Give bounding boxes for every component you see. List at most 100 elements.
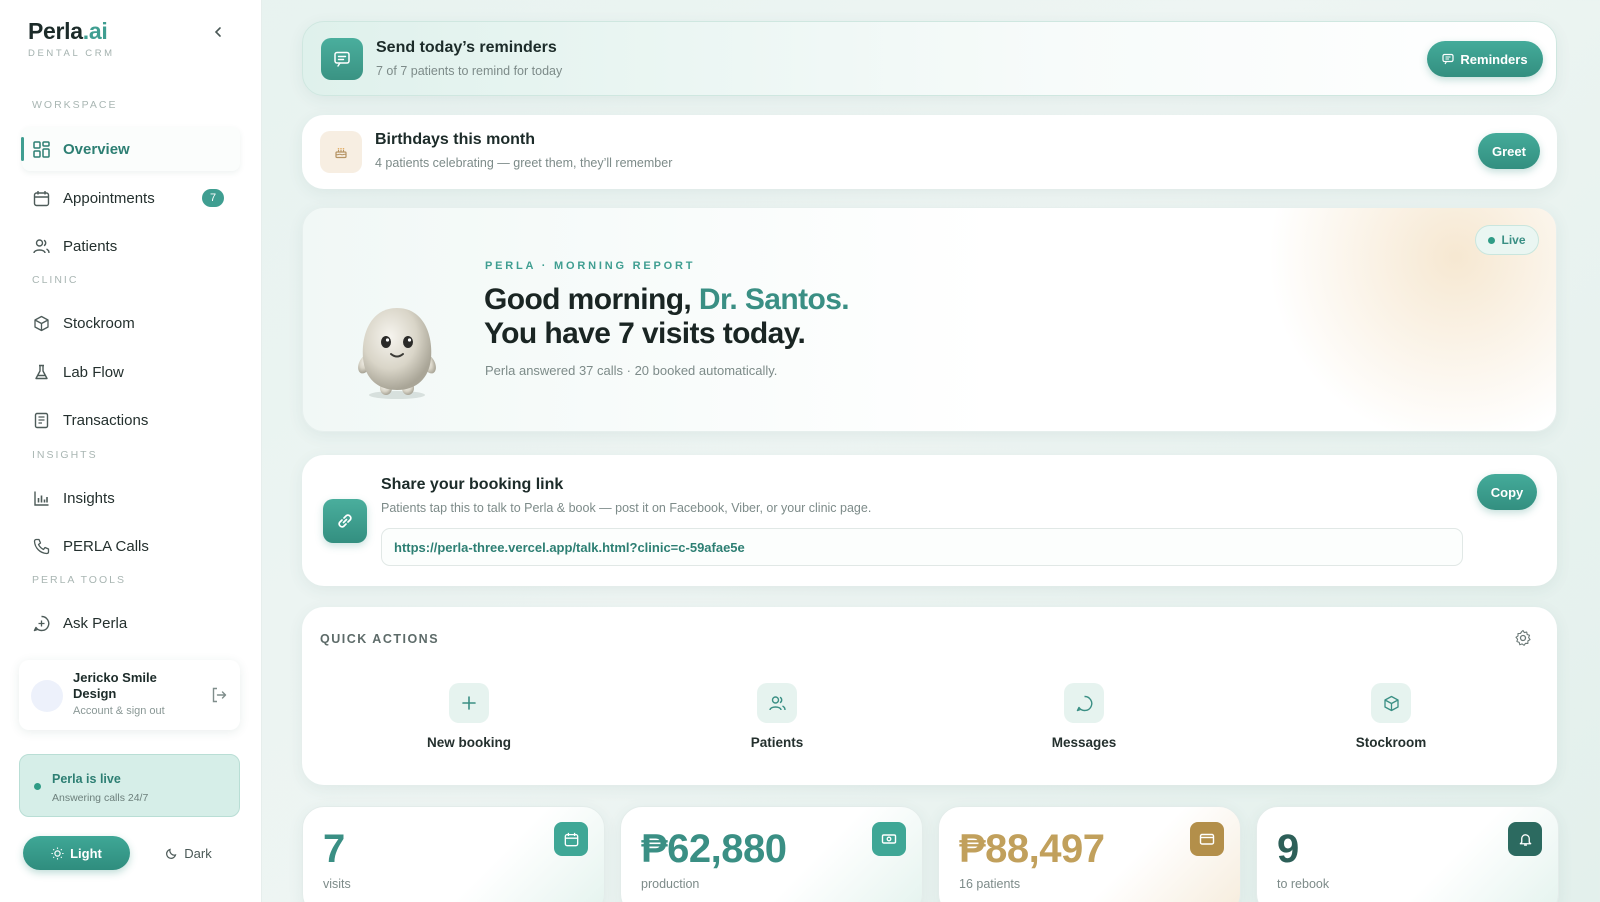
wallet-icon [1190, 822, 1224, 856]
stat-label: 16 patients [959, 877, 1021, 891]
sidebar-item-appointments[interactable]: Appointments 7 [22, 176, 240, 220]
birthdays-card: Birthdays this month 4 patients celebrat… [302, 115, 1557, 189]
stat-card-rebook[interactable]: 9 to rebook [1256, 806, 1559, 902]
reminders-card: Send today’s reminders 7 of 7 patients t… [302, 21, 1557, 96]
sidebar-item-stockroom[interactable]: Stockroom [22, 301, 240, 345]
phone-icon [32, 537, 50, 555]
avatar [31, 680, 63, 712]
perla-mascot-icon [358, 308, 436, 399]
sidebar-item-label: Stockroom [63, 314, 135, 332]
users-icon [757, 683, 797, 723]
chevron-left-icon [214, 27, 221, 37]
sidebar-item-label: Appointments [63, 189, 155, 207]
users-icon [32, 237, 50, 255]
chat-icon [32, 614, 50, 632]
plus-icon [449, 683, 489, 723]
live-dot-icon [34, 783, 41, 790]
greeting-headline: Good morning, Dr. Santos. [484, 283, 850, 317]
theme-dark-button[interactable]: Dark [138, 836, 240, 870]
sidebar-item-transactions[interactable]: Transactions [22, 398, 240, 442]
cash-icon [872, 822, 906, 856]
message-icon [1442, 53, 1454, 65]
quick-action-patients[interactable]: Patients [677, 683, 877, 750]
live-badge: Live [1475, 225, 1539, 255]
bell-icon [1508, 822, 1542, 856]
sidebar-item-label: Lab Flow [63, 363, 124, 381]
morning-report-eyebrow: PERLA · MORNING REPORT [485, 260, 696, 272]
sidebar-item-label: Overview [63, 140, 130, 158]
cake-icon [320, 131, 362, 173]
sidebar-item-patients[interactable]: Patients [22, 224, 240, 268]
morning-report-card: PERLA · MORNING REPORT Good morning, Dr.… [302, 207, 1557, 432]
section-label-perla-tools: PERLA TOOLS [32, 574, 126, 586]
reminders-title: Send today’s reminders [376, 39, 557, 56]
message-icon [1064, 683, 1104, 723]
sidebar-item-perla-calls[interactable]: PERLA Calls [22, 524, 240, 568]
birthdays-title: Birthdays this month [375, 131, 536, 148]
moon-icon [166, 848, 177, 859]
perla-live-status: Perla is live Answering calls 24/7 [19, 754, 240, 817]
reminders-subtitle: 7 of 7 patients to remind for today [376, 64, 563, 78]
account-subtitle: Account & sign out [73, 705, 165, 717]
greet-button[interactable]: Greet [1478, 133, 1540, 169]
copy-button-label: Copy [1490, 484, 1524, 500]
theme-light-label: Light [70, 845, 102, 861]
bar-chart-icon [32, 489, 50, 507]
section-label-workspace: WORKSPACE [32, 99, 118, 111]
stat-value: 7 [323, 827, 345, 871]
greeting-text: Good morning, [484, 283, 692, 316]
live-status-title: Perla is live [52, 772, 121, 786]
stat-card-production[interactable]: ₱62,880 production [620, 806, 923, 902]
message-square-icon [321, 38, 363, 80]
brand-logo[interactable]: Perla.ai DENTAL CRM [28, 18, 115, 59]
section-label-clinic: CLINIC [32, 274, 79, 286]
link-icon [323, 499, 367, 543]
booking-link-title: Share your booking link [381, 476, 564, 493]
sidebar-item-ask-perla[interactable]: Ask Perla [22, 601, 240, 645]
booking-url-field[interactable]: https://perla-three.vercel.app/talk.html… [381, 528, 1463, 566]
theme-light-button[interactable]: Light [23, 836, 130, 870]
stat-card-visits[interactable]: 7 visits [302, 806, 605, 902]
flask-icon [32, 363, 50, 381]
call-summary: Perla answered 37 calls · 20 booked auto… [485, 363, 778, 378]
section-label-insights: INSIGHTS [32, 449, 98, 461]
account-name: Jericko Smile Design [73, 670, 157, 701]
quick-action-messages[interactable]: Messages [984, 683, 1184, 750]
quick-actions-label: QUICK ACTIONS [320, 632, 440, 646]
sign-out-icon[interactable] [210, 686, 228, 704]
booking-link-subtitle: Patients tap this to talk to Perla & boo… [381, 501, 872, 515]
visits-headline: You have 7 visits today. [484, 317, 806, 350]
greet-button-label: Greet [1492, 143, 1526, 159]
sidebar-item-label: Patients [63, 237, 118, 255]
sun-icon [51, 846, 64, 860]
live-dot-icon [1488, 236, 1496, 244]
theme-dark-label: Dark [184, 845, 212, 861]
live-status-subtitle: Answering calls 24/7 [52, 792, 149, 804]
stat-value: ₱88,497 [959, 827, 1105, 871]
account-card[interactable]: Jericko Smile Design Account & sign out [19, 660, 240, 730]
doctor-name: Dr. Santos. [698, 283, 850, 316]
copy-button[interactable]: Copy [1477, 474, 1537, 510]
sidebar-item-label: Ask Perla [63, 614, 128, 632]
grid-icon [32, 140, 50, 158]
booking-link-card: Share your booking link Patients tap thi… [302, 455, 1557, 586]
box-icon [32, 314, 50, 332]
sidebar-item-label: PERLA Calls [63, 537, 149, 555]
quick-action-label: New booking [427, 735, 511, 750]
calendar-icon [32, 189, 50, 207]
sidebar-item-lab-flow[interactable]: Lab Flow [22, 350, 240, 394]
reminders-button[interactable]: Reminders [1427, 41, 1543, 77]
live-badge-label: Live [1501, 233, 1526, 247]
stat-value: 9 [1277, 827, 1299, 871]
collapse-sidebar-button[interactable] [208, 22, 228, 42]
reminders-button-label: Reminders [1460, 51, 1528, 67]
quick-action-label: Stockroom [1355, 735, 1427, 750]
sidebar-item-overview[interactable]: Overview [21, 127, 240, 171]
quick-action-label: Messages [1051, 735, 1117, 750]
quick-action-new-booking[interactable]: New booking [369, 683, 569, 750]
sidebar-item-insights[interactable]: Insights [22, 476, 240, 520]
gear-icon[interactable] [1514, 629, 1532, 647]
sidebar: Perla.ai DENTAL CRM WORKSPACE Overview A… [0, 0, 262, 902]
stat-card-patients-revenue[interactable]: ₱88,497 16 patients [938, 806, 1241, 902]
quick-action-stockroom[interactable]: Stockroom [1291, 683, 1491, 750]
